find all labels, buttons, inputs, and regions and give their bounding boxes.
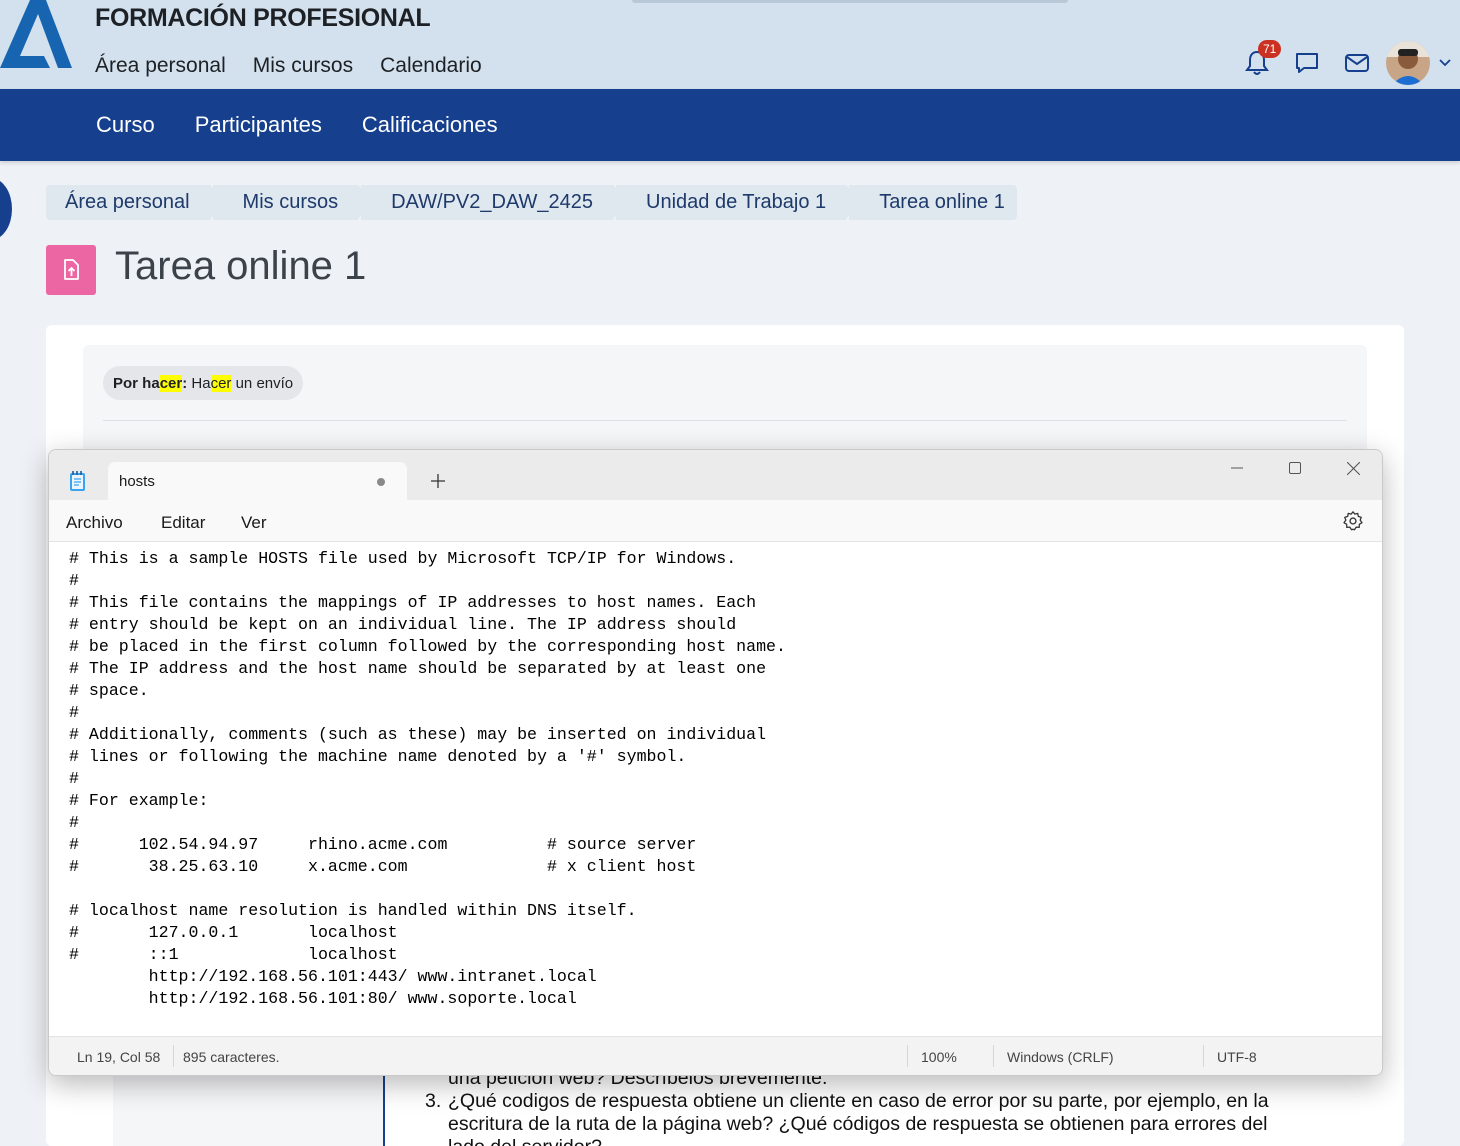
status-text: Hacer un envío: [191, 374, 294, 392]
notepad-app-icon: [70, 471, 85, 491]
nav-calendario[interactable]: Calendario: [380, 54, 482, 78]
editor-text: # # This is a sample HOSTS file used by M…: [69, 542, 786, 1010]
file-tab[interactable]: hosts: [108, 462, 407, 500]
editor-line: # be placed in the first column followed…: [69, 637, 786, 656]
email-button[interactable]: [1332, 38, 1382, 88]
left-column-panel: [113, 1070, 384, 1146]
unsaved-indicator-icon[interactable]: [377, 478, 385, 486]
editor-line: #: [69, 703, 79, 722]
content-border: [383, 1070, 385, 1146]
nav-mis-cursos[interactable]: Mis cursos: [253, 54, 353, 78]
status-separator: [907, 1045, 908, 1067]
user-avatar[interactable]: [1386, 41, 1430, 85]
assignment-activity-icon: [46, 245, 96, 295]
editor-line: # This file contains the mappings of IP …: [69, 593, 757, 612]
new-tab-button[interactable]: [425, 468, 451, 494]
completion-status-badge: Por hacer: Hacer un envío: [103, 366, 304, 400]
editor-line: # Additionally, comments (such as these)…: [69, 725, 767, 744]
editor-line: # This is a sample HOSTS file used by Mi…: [69, 549, 737, 568]
window-controls: [1208, 450, 1382, 486]
tab-participantes[interactable]: Participantes: [195, 112, 322, 138]
maximize-button[interactable]: [1266, 450, 1324, 486]
breadcrumb-item[interactable]: Unidad de Trabajo 1: [616, 185, 861, 220]
settings-gear-icon[interactable]: [1342, 510, 1364, 532]
course-index-drawer-toggle[interactable]: [0, 178, 12, 240]
chevron-down-icon: [1439, 59, 1451, 67]
notepad-statusbar: Ln 19, Col 58 895 caracteres. 100% Windo…: [49, 1036, 1382, 1075]
file-encoding[interactable]: UTF-8: [1217, 1049, 1257, 1065]
status-prefix: Por hacer:: [113, 374, 188, 392]
site-logo[interactable]: [0, 0, 74, 72]
list-item-number: 3.: [425, 1090, 442, 1112]
top-header: FORMACIÓN PROFESIONAL Área personal Mis …: [0, 0, 1460, 89]
editor-line: # entry should be kept on an individual …: [69, 615, 737, 634]
user-menu-toggle[interactable]: [1430, 59, 1460, 67]
status-prefix-label: Por hacer: [113, 374, 183, 392]
editor-line: # For example:: [69, 791, 209, 810]
course-navigation: Curso Participantes Calificaciones: [0, 89, 1460, 161]
primary-navigation: Área personal Mis cursos Calendario: [95, 54, 482, 78]
editor-line: http://192.168.56.101:80/ www.soporte.lo…: [69, 989, 577, 1008]
search-box-edge[interactable]: [632, 0, 1068, 3]
status-separator: [1203, 1045, 1204, 1067]
maximize-icon: [1289, 462, 1301, 474]
editor-line: http://192.168.56.101:443/ www.intranet.…: [69, 967, 597, 986]
search-highlight: cer: [159, 374, 183, 392]
nav-area-personal[interactable]: Área personal: [95, 54, 226, 78]
tab-curso[interactable]: Curso: [96, 112, 155, 138]
editor-line: # localhost name resolution is handled w…: [69, 901, 637, 920]
header-actions: 71: [1232, 38, 1460, 88]
menu-editar[interactable]: Editar: [161, 513, 205, 533]
status-separator: [173, 1045, 174, 1067]
editor-line: #: [69, 813, 79, 832]
breadcrumb-item[interactable]: DAW/PV2_DAW_2425: [361, 185, 627, 220]
text-editor-area[interactable]: # # This is a sample HOSTS file used by M…: [49, 542, 1382, 1036]
editor-line: # 102.54.94.97 rhino.acme.com # source s…: [69, 835, 697, 854]
mail-icon: [1345, 54, 1369, 72]
notepad-window: hosts Archivo Editar Ver # # This is a sa…: [48, 449, 1383, 1076]
character-count: 895 caracteres.: [183, 1049, 280, 1065]
breadcrumb-item[interactable]: Tarea online 1: [849, 185, 1017, 220]
editor-line: # 38.25.63.10 x.acme.com # x client host: [69, 857, 697, 876]
zoom-level[interactable]: 100%: [921, 1049, 957, 1065]
minimize-icon: [1231, 467, 1243, 469]
messages-button[interactable]: [1282, 38, 1332, 88]
editor-line: # The IP address and the host name shoul…: [69, 659, 767, 678]
notepad-titlebar[interactable]: hosts: [49, 450, 1382, 500]
editor-line: # space.: [69, 681, 149, 700]
menu-ver[interactable]: Ver: [241, 513, 267, 533]
line-ending[interactable]: Windows (CRLF): [1007, 1049, 1114, 1065]
file-tab-title: hosts: [119, 472, 155, 490]
close-icon: [1346, 461, 1360, 475]
breadcrumb: Área personal Mis cursos DAW/PV2_DAW_242…: [46, 185, 1020, 220]
menu-archivo[interactable]: Archivo: [66, 513, 123, 533]
notepad-menubar: Archivo Editar Ver: [49, 500, 1382, 542]
breadcrumb-item[interactable]: Mis cursos: [212, 185, 372, 220]
editor-line: #: [69, 769, 79, 788]
editor-line: # 127.0.0.1 localhost: [69, 923, 398, 942]
search-highlight: cer: [210, 374, 232, 392]
page-title: Tarea online 1: [115, 244, 367, 288]
site-title: FORMACIÓN PROFESIONAL: [95, 4, 431, 32]
list-item: ¿Qué codigos de respuesta obtiene un cli…: [448, 1090, 1269, 1146]
file-upload-icon: [64, 259, 79, 280]
editor-line: #: [69, 571, 79, 590]
chat-icon: [1296, 53, 1318, 73]
breadcrumb-item[interactable]: Área personal: [46, 185, 224, 220]
divider: [103, 420, 1347, 421]
notification-count-badge: 71: [1258, 40, 1282, 58]
notifications-button[interactable]: 71: [1232, 38, 1282, 88]
editor-line: # lines or following the machine name de…: [69, 747, 687, 766]
minimize-button[interactable]: [1208, 450, 1266, 486]
close-button[interactable]: [1324, 450, 1382, 486]
plus-icon: [431, 474, 445, 488]
cursor-position: Ln 19, Col 58: [77, 1049, 161, 1065]
activity-header-panel: [83, 345, 1367, 465]
tab-calificaciones[interactable]: Calificaciones: [362, 112, 498, 138]
editor-line: # ::1 localhost: [69, 945, 398, 964]
status-separator: [993, 1045, 994, 1067]
